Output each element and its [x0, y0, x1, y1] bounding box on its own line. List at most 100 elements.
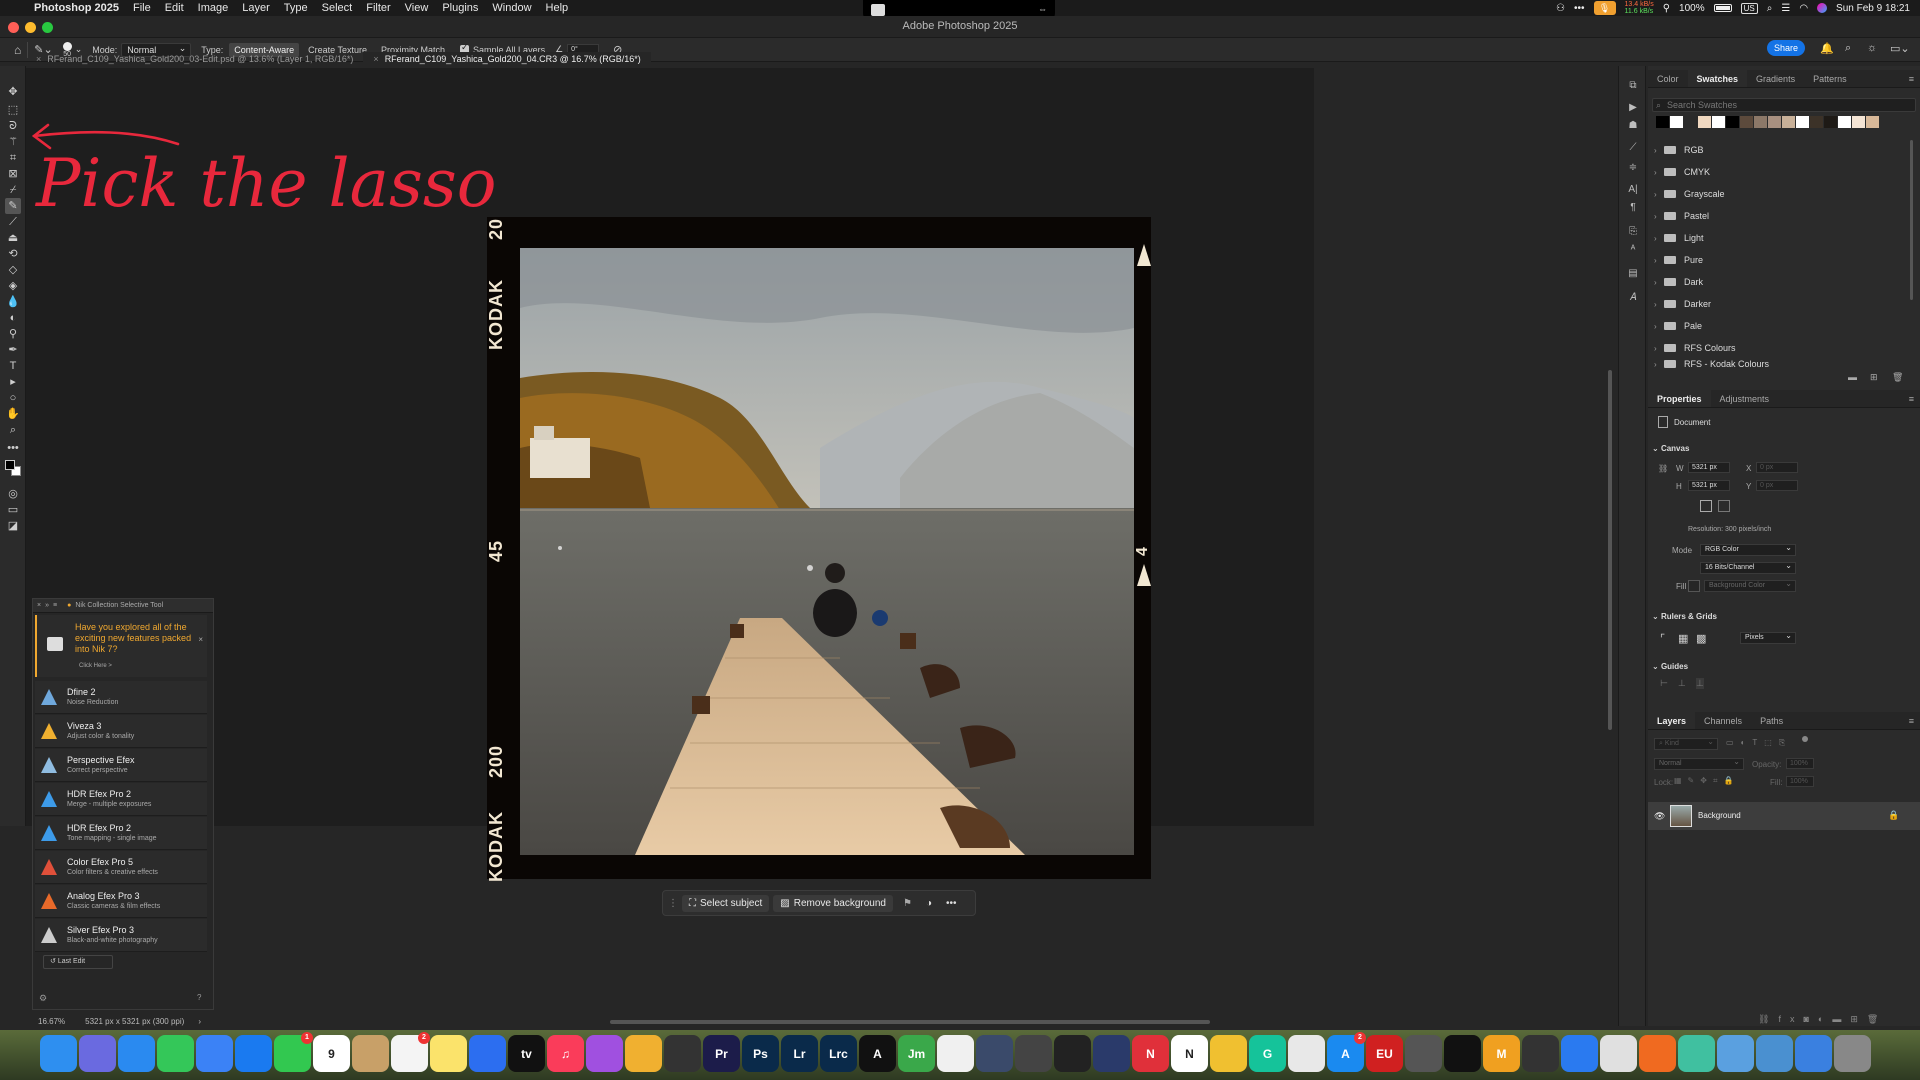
actions-panel-icon[interactable]: ▶: [1626, 102, 1640, 116]
dock-app-icon[interactable]: [430, 1035, 467, 1072]
menu-select[interactable]: Select: [322, 2, 353, 14]
vertical-scrollbar[interactable]: [1608, 370, 1612, 730]
history-brush-tool-icon[interactable]: ⟲: [5, 246, 21, 262]
new-layer-icon[interactable]: ⊞: [1850, 1014, 1867, 1024]
more-options-icon[interactable]: •••: [946, 898, 957, 909]
spotlight-search-icon[interactable]: ⌕: [1767, 3, 1773, 14]
screen-share-icon[interactable]: [871, 4, 885, 16]
location-icon[interactable]: ⚲: [1663, 3, 1670, 14]
close-tab-icon[interactable]: ×: [373, 54, 378, 64]
swatch-folder[interactable]: › Light: [1654, 228, 1904, 248]
network-speed[interactable]: 13.4 kB/s 11.6 kB/s: [1625, 1, 1654, 15]
swatch-folder[interactable]: › Pale: [1654, 316, 1904, 336]
delete-layer-icon[interactable]: 🗑: [1867, 1014, 1887, 1024]
promo-link[interactable]: Click Here >: [79, 663, 112, 669]
dock-app-icon[interactable]: N: [1171, 1035, 1208, 1072]
chevron-right-icon[interactable]: ›: [1654, 300, 1664, 309]
dock-app-icon[interactable]: N: [1132, 1035, 1169, 1072]
more-icon[interactable]: •••: [1574, 3, 1585, 14]
swatch-chip[interactable]: [1838, 116, 1851, 128]
lock-icons[interactable]: ▦✎✥⌗🔒: [1674, 776, 1739, 786]
zoom-level[interactable]: 16.67%: [38, 1017, 65, 1026]
microphone-icon[interactable]: 🎙: [1593, 1, 1616, 15]
search-icon[interactable]: ⌕: [1845, 42, 1851, 55]
libraries-panel-icon[interactable]: ☗: [1626, 120, 1640, 134]
dock-app-icon[interactable]: [79, 1035, 116, 1072]
info-panel-icon[interactable]: ▤: [1626, 268, 1640, 282]
add-mask-icon[interactable]: ◙: [1803, 1014, 1817, 1024]
chevron-right-icon[interactable]: ›: [1654, 234, 1664, 243]
tab-color[interactable]: Color: [1648, 70, 1688, 87]
screen-mode-icon[interactable]: ▭: [5, 502, 21, 518]
swatch-chip[interactable]: [1782, 116, 1795, 128]
last-edit-button[interactable]: ↺ Last Edit: [43, 955, 113, 969]
lasso-tool-icon[interactable]: ᘐ: [5, 118, 21, 134]
dock-app-icon[interactable]: [1054, 1035, 1091, 1072]
dock-app-icon[interactable]: [118, 1035, 155, 1072]
link-icon[interactable]: ⛓: [1658, 464, 1668, 473]
swatch-chip[interactable]: [1866, 116, 1879, 128]
nik-item-silver-efex[interactable]: Silver Efex Pro 3 Black-and-white photogr…: [35, 919, 207, 952]
dock-app-icon[interactable]: [157, 1035, 194, 1072]
sponge-tool-icon[interactable]: ⚲: [5, 326, 21, 342]
healing-brush-tool-icon[interactable]: ✎: [5, 198, 21, 214]
history-panel-icon[interactable]: ⧉: [1626, 80, 1640, 94]
adjustments-panel-icon[interactable]: ≑: [1626, 162, 1640, 176]
quick-mask-icon[interactable]: ◎: [5, 486, 21, 502]
notifications-icon[interactable]: 🔔: [1820, 42, 1834, 55]
new-swatch-icon[interactable]: ⊞: [1870, 372, 1878, 383]
menu-app-name[interactable]: Photoshop 2025: [34, 2, 119, 14]
swatch-folder[interactable]: › RFS Colours: [1654, 338, 1904, 358]
dock-app-icon[interactable]: [235, 1035, 272, 1072]
hand-tool-icon[interactable]: ✋: [5, 406, 21, 422]
menu-filter[interactable]: Filter: [366, 2, 390, 14]
swatch-chip[interactable]: [1684, 116, 1697, 128]
eraser-tool-icon[interactable]: ◇: [5, 262, 21, 278]
link-layers-icon[interactable]: ⛓: [1758, 1014, 1778, 1024]
swatch-chip[interactable]: [1740, 116, 1753, 128]
tab-properties[interactable]: Properties: [1648, 390, 1711, 407]
adjustment-layer-icon[interactable]: ◐: [1818, 1014, 1832, 1024]
collapse-icon[interactable]: »: [45, 602, 49, 609]
swatches-scrollbar[interactable]: [1910, 140, 1913, 300]
marquee-tool-icon[interactable]: ⬚: [5, 102, 21, 118]
more-tools-icon[interactable]: •••: [5, 440, 21, 456]
character-panel-icon[interactable]: A|: [1626, 184, 1640, 198]
bit-depth-select[interactable]: 16 Bits/Channel: [1700, 561, 1796, 574]
dock-app-icon[interactable]: tv: [508, 1035, 545, 1072]
panel-menu-icon[interactable]: ≡: [1909, 716, 1914, 726]
swatch-chip[interactable]: [1656, 116, 1669, 128]
swatch-folder[interactable]: › Grayscale: [1654, 184, 1904, 204]
dock-app-icon[interactable]: Lr: [781, 1035, 818, 1072]
dock-app-icon[interactable]: ♫: [547, 1035, 584, 1072]
panel-menu-icon[interactable]: ≡: [1909, 74, 1914, 84]
adjust-icon[interactable]: ◑: [926, 898, 932, 909]
swatch-folder[interactable]: › Darker: [1654, 294, 1904, 314]
chevron-right-icon[interactable]: ›: [1654, 344, 1664, 353]
dock-app-icon[interactable]: [352, 1035, 389, 1072]
new-group-icon[interactable]: ▬: [1848, 372, 1857, 382]
swatch-chip[interactable]: [1796, 116, 1809, 128]
menu-plugins[interactable]: Plugins: [442, 2, 478, 14]
guide-layout-icon[interactable]: ⊢: [1660, 678, 1668, 689]
swatch-folder[interactable]: › Dark: [1654, 272, 1904, 292]
doc-tab-2[interactable]: × RFerand_C109_Yashica_Gold200_04.CR3 @ 1…: [363, 52, 651, 68]
zoom-tool-icon[interactable]: ⌕: [5, 422, 21, 438]
swatch-chip[interactable]: [1810, 116, 1823, 128]
chevron-right-icon[interactable]: ›: [1654, 190, 1664, 199]
fill-color-swatch[interactable]: [1688, 580, 1700, 592]
magic-wand-tool-icon[interactable]: ⚚: [5, 134, 21, 150]
wifi-icon[interactable]: ◠: [1799, 3, 1808, 14]
battery-icon[interactable]: [1713, 4, 1732, 12]
select-subject-button[interactable]: ⛶ Select subject: [682, 894, 770, 912]
dock-app-icon[interactable]: [196, 1035, 233, 1072]
expand-icon[interactable]: ⇔: [1038, 4, 1047, 14]
swatch-folder[interactable]: › RFS - Kodak Colours: [1654, 358, 1904, 370]
nik-item-dfine[interactable]: Dfine 2 Noise Reduction: [35, 681, 207, 714]
dock-app-icon[interactable]: [1756, 1035, 1793, 1072]
guide-center-icon[interactable]: ⊥: [1678, 678, 1686, 689]
dock-app-icon[interactable]: [1210, 1035, 1247, 1072]
swatch-chip[interactable]: [1712, 116, 1725, 128]
close-promo-icon[interactable]: ×: [198, 635, 203, 644]
remove-background-button[interactable]: ▨ Remove background: [773, 894, 893, 912]
